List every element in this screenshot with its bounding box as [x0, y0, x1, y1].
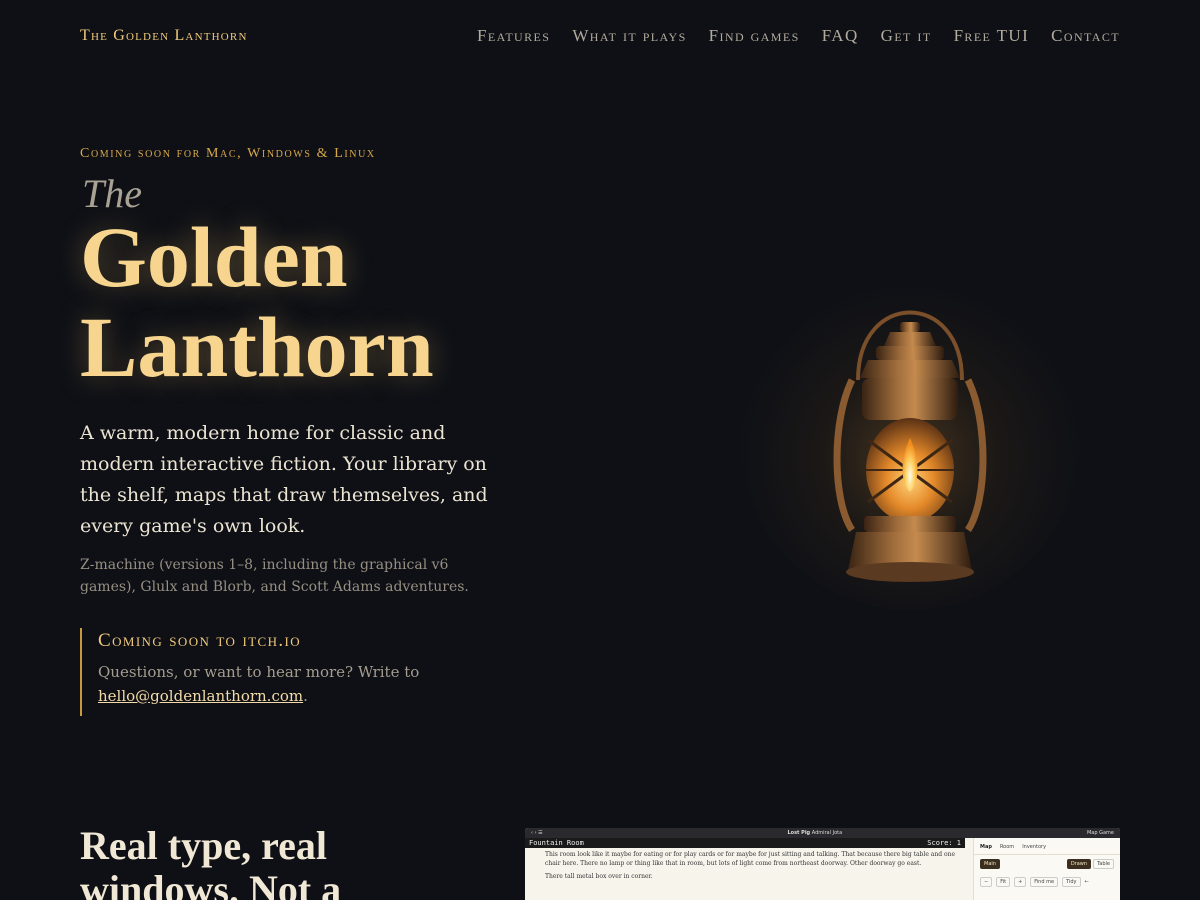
- toolbar-map-toggle[interactable]: Map: [1087, 830, 1098, 836]
- transcript-paragraph: There tall metal box over in corner.: [545, 873, 653, 880]
- find-me-button[interactable]: Find me: [1030, 877, 1059, 887]
- view-table-button[interactable]: Table: [1093, 859, 1114, 869]
- app-titlebar: ‹ › ☰ Lost Pig Admiral Jota Map Game: [525, 828, 1120, 838]
- back-arrow-icon[interactable]: ←: [1085, 879, 1089, 885]
- app-toolbar-toggles: Map Game: [1087, 830, 1114, 836]
- toolbar-game-toggle[interactable]: Game: [1099, 830, 1114, 836]
- tab-room[interactable]: Room: [1000, 844, 1014, 850]
- hero-title: Golden Lanthorn: [80, 212, 434, 392]
- transcript-paragraph: This room look like it maybe for eating …: [545, 851, 955, 867]
- map-level-chip[interactable]: Main: [980, 859, 1000, 869]
- section-features-title: Real type, real windows. Not a: [80, 823, 342, 900]
- hero-lede: A warm, modern home for classic and mode…: [80, 422, 488, 537]
- tab-inventory[interactable]: Inventory: [1022, 844, 1046, 850]
- tidy-button[interactable]: Tidy: [1062, 877, 1081, 887]
- callout-title: Coming soon to itch.io: [98, 630, 302, 651]
- game-title: Lost Pig: [787, 830, 811, 836]
- contact-email-link[interactable]: hello@goldenlanthorn.com: [98, 687, 303, 705]
- status-score: Score: 1: [927, 839, 961, 847]
- app-window-title: Lost Pig Admiral Jota: [787, 830, 842, 836]
- nav-link-faq[interactable]: FAQ: [822, 26, 859, 46]
- map-level-row: Main Drawn Table: [974, 855, 1120, 873]
- callout-body-text: Questions, or want to hear more? Write t…: [98, 663, 420, 681]
- status-location: Fountain Room: [529, 839, 584, 847]
- window-controls: ‹ › ☰: [531, 830, 543, 836]
- lantern-icon: [833, 310, 987, 582]
- map-controls-row: − Fit + Find me Tidy ←: [974, 873, 1120, 891]
- top-nav: The Golden Lanthorn Features What it pla…: [80, 22, 1120, 50]
- game-transcript: This room look like it maybe for eating …: [545, 850, 965, 881]
- nav-link-get-it[interactable]: Get it: [881, 26, 932, 46]
- app-sidebar: Map Room Inventory Main Drawn Table − Fi…: [973, 838, 1120, 900]
- game-status-line: Fountain Room Score: 1: [525, 838, 965, 848]
- supported-formats: Z-machine (versions 1–8, including the g…: [80, 557, 469, 595]
- nav-link-find-games[interactable]: Find games: [709, 26, 800, 46]
- callout-body: Questions, or want to hear more? Write t…: [98, 660, 480, 708]
- hero-eyebrow: Coming soon for Mac, Windows & Linux: [80, 146, 376, 161]
- brand-link[interactable]: The Golden Lanthorn: [80, 27, 248, 45]
- itch-callout: Coming soon to itch.io Questions, or wan…: [80, 628, 480, 716]
- zoom-fit-button[interactable]: Fit: [996, 877, 1011, 887]
- zoom-out-button[interactable]: −: [980, 877, 993, 887]
- nav-link-features[interactable]: Features: [477, 26, 550, 46]
- nav-link-what-it-plays[interactable]: What it plays: [572, 26, 686, 46]
- lantern-illustration: [740, 270, 1080, 610]
- callout-period: .: [303, 687, 308, 705]
- nav-link-contact[interactable]: Contact: [1051, 26, 1120, 46]
- game-author: Admiral Jota: [811, 830, 843, 836]
- zoom-in-button[interactable]: +: [1014, 877, 1027, 887]
- nav-link-free-tui[interactable]: Free TUI: [954, 26, 1030, 46]
- hero-title-line2: Lanthorn: [80, 299, 434, 395]
- nav-links: Features What it plays Find games FAQ Ge…: [477, 26, 1120, 46]
- tab-map[interactable]: Map: [980, 844, 992, 850]
- hero-title-line1: Golden: [80, 209, 348, 305]
- app-screenshot-preview: ‹ › ☰ Lost Pig Admiral Jota Map Game Fou…: [525, 828, 1120, 900]
- sidebar-tabs: Map Room Inventory: [974, 838, 1120, 855]
- view-drawn-button[interactable]: Drawn: [1066, 859, 1092, 869]
